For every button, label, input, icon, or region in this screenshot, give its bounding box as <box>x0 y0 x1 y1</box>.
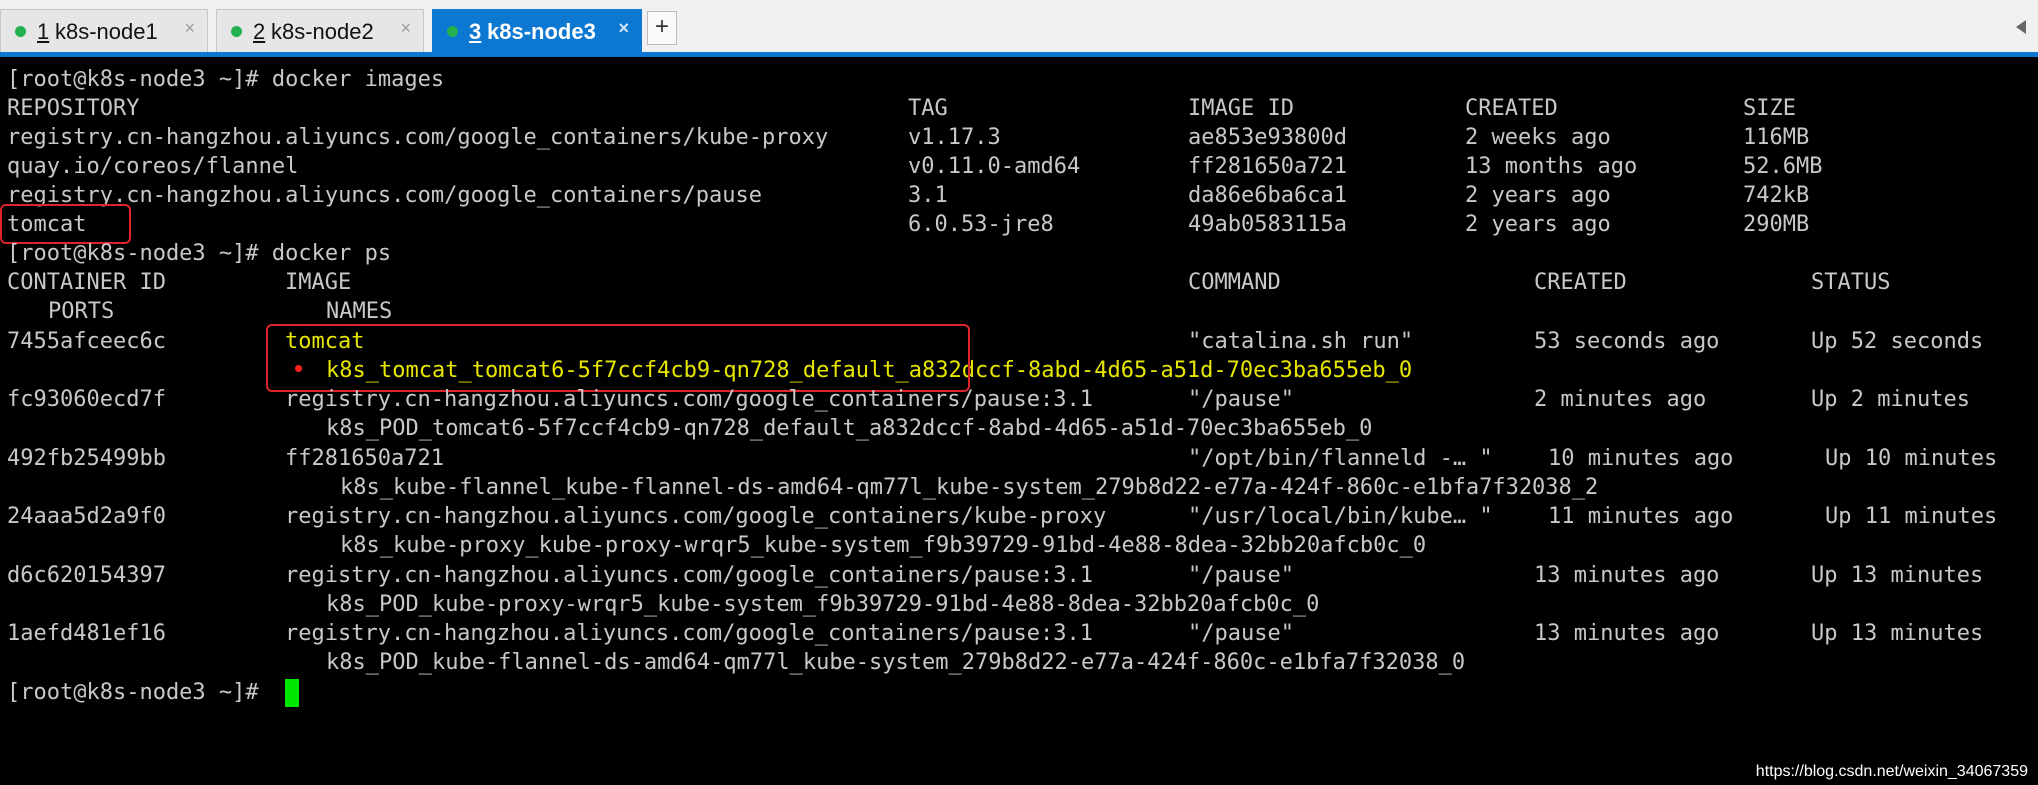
container-status: Up 13 minutes <box>1811 621 1984 646</box>
tab-number: 3 <box>469 19 482 44</box>
container-command: "/pause" <box>1188 563 1294 588</box>
image-tag: 6.0.53-jre8 <box>908 212 1054 237</box>
container-created: 11 minutes ago <box>1548 504 1734 529</box>
container-image: registry.cn-hangzhou.aliyuncs.com/google… <box>285 387 1093 412</box>
container-command: "catalina.sh run" <box>1188 329 1414 354</box>
container-created: 13 minutes ago <box>1534 621 1720 646</box>
container-created: 13 minutes ago <box>1534 563 1720 588</box>
image-created: 2 years ago <box>1465 183 1611 208</box>
container-status: Up 11 minutes <box>1825 504 1998 529</box>
tab-k8s-node3[interactable]: 3 k8s-node3 × <box>432 9 642 53</box>
tomcat-container-highlight-box <box>266 324 970 392</box>
tab-number: 2 <box>253 19 266 44</box>
ps-header-created: CREATED <box>1534 270 1627 295</box>
container-image: registry.cn-hangzhou.aliyuncs.com/google… <box>285 504 1107 529</box>
image-size: 116MB <box>1743 125 1810 150</box>
ps-header-names: NAMES <box>326 299 393 324</box>
container-created: 2 minutes ago <box>1534 387 1707 412</box>
container-names: k8s_POD_kube-proxy-wrqr5_kube-system_f9b… <box>326 592 1320 617</box>
close-tab-icon[interactable]: × <box>400 18 411 39</box>
images-header-repository: REPOSITORY <box>7 96 140 121</box>
tab-number: 1 <box>37 19 50 44</box>
image-tag: v0.11.0-amd64 <box>908 154 1081 179</box>
terminal-app-window: 1 k8s-node1 × 2 k8s-node2 × 3 k8s-node3 … <box>0 0 2038 785</box>
shell-prompt: [root@k8s-node3 ~]# <box>7 67 259 92</box>
image-created: 2 weeks ago <box>1465 125 1611 150</box>
images-header-created: CREATED <box>1465 96 1558 121</box>
image-repository: quay.io/coreos/flannel <box>7 154 299 179</box>
close-tab-icon[interactable]: × <box>618 18 629 39</box>
container-status: Up 10 minutes <box>1825 446 1998 471</box>
connected-status-icon <box>447 26 458 37</box>
container-command: "/pause" <box>1188 387 1294 412</box>
container-image: ff281650a721 <box>285 446 444 471</box>
tab-label: k8s-node3 <box>487 19 596 44</box>
image-tag: 3.1 <box>908 183 948 208</box>
container-command: "/usr/local/bin/kube… " <box>1188 504 1493 529</box>
container-names: k8s_kube-proxy_kube-proxy-wrqr5_kube-sys… <box>340 533 1427 558</box>
command-text: docker images <box>271 67 445 92</box>
watermark: https://blog.csdn.net/weixin_34067359 <box>1755 763 2028 780</box>
container-names: k8s_POD_tomcat6-5f7ccf4cb9-qn728_default… <box>326 416 1373 441</box>
ps-header-image: IMAGE <box>285 270 352 295</box>
connected-status-icon <box>231 26 242 37</box>
image-size: 742kB <box>1743 183 1810 208</box>
container-status: Up 52 seconds <box>1811 329 1984 354</box>
ps-header-command: COMMAND <box>1188 270 1281 295</box>
images-header-tag: TAG <box>908 96 948 121</box>
scroll-tabs-left-icon[interactable] <box>2016 20 2026 34</box>
ps-header-container-id: CONTAINER ID <box>7 270 166 295</box>
container-names: k8s_POD_kube-flannel-ds-amd64-qm77l_kube… <box>326 650 1466 675</box>
container-image: registry.cn-hangzhou.aliyuncs.com/google… <box>285 621 1093 646</box>
tomcat-image-highlight-box <box>0 204 131 244</box>
container-created: 10 minutes ago <box>1548 446 1734 471</box>
image-id: ae853e93800d <box>1188 125 1347 150</box>
image-repository: registry.cn-hangzhou.aliyuncs.com/google… <box>7 125 829 150</box>
image-tag: v1.17.3 <box>908 125 1001 150</box>
session-tab-bar: 1 k8s-node1 × 2 k8s-node2 × 3 k8s-node3 … <box>0 0 2038 54</box>
container-id: 7455afceec6c <box>7 329 166 354</box>
container-command: "/opt/bin/flanneld -… " <box>1188 446 1493 471</box>
tab-label: k8s-node1 <box>55 19 158 44</box>
ps-header-status: STATUS <box>1811 270 1891 295</box>
container-id: 1aefd481ef16 <box>7 621 166 646</box>
command-line: [root@k8s-node3 ~]# docker images <box>7 65 444 94</box>
new-tab-button[interactable]: + <box>647 11 677 45</box>
images-header-size: SIZE <box>1743 96 1796 121</box>
image-size: 290MB <box>1743 212 1810 237</box>
ps-header-ports: PORTS <box>48 299 115 324</box>
command-text: docker ps <box>271 241 392 266</box>
images-header-image-id: IMAGE ID <box>1188 96 1294 121</box>
image-id: da86e6ba6ca1 <box>1188 183 1347 208</box>
image-id: 49ab0583115a <box>1188 212 1347 237</box>
container-created: 53 seconds ago <box>1534 329 1720 354</box>
container-command: "/pause" <box>1188 621 1294 646</box>
container-status: Up 2 minutes <box>1811 387 1970 412</box>
container-id: 492fb25499bb <box>7 446 166 471</box>
shell-prompt: [root@k8s-node3 ~]# <box>7 241 259 266</box>
shell-prompt: [root@k8s-node3 ~]# <box>7 680 259 705</box>
container-id: fc93060ecd7f <box>7 387 166 412</box>
image-size: 52.6MB <box>1743 154 1823 179</box>
tab-label: k8s-node2 <box>271 19 374 44</box>
container-id: d6c620154397 <box>7 563 166 588</box>
command-line: [root@k8s-node3 ~]# docker ps <box>7 239 391 268</box>
image-created: 2 years ago <box>1465 212 1611 237</box>
container-status: Up 13 minutes <box>1811 563 1984 588</box>
close-tab-icon[interactable]: × <box>184 18 195 39</box>
image-created: 13 months ago <box>1465 154 1638 179</box>
tab-k8s-node1[interactable]: 1 k8s-node1 × <box>0 9 208 53</box>
image-id: ff281650a721 <box>1188 154 1347 179</box>
text-cursor[interactable] <box>285 679 299 707</box>
container-image: registry.cn-hangzhou.aliyuncs.com/google… <box>285 563 1093 588</box>
terminal-output[interactable]: [root@k8s-node3 ~]# docker images REPOSI… <box>0 57 2038 785</box>
connected-status-icon <box>15 26 26 37</box>
tab-k8s-node2[interactable]: 2 k8s-node2 × <box>216 9 424 53</box>
container-id: 24aaa5d2a9f0 <box>7 504 166 529</box>
container-names: k8s_kube-flannel_kube-flannel-ds-amd64-q… <box>340 475 1599 500</box>
